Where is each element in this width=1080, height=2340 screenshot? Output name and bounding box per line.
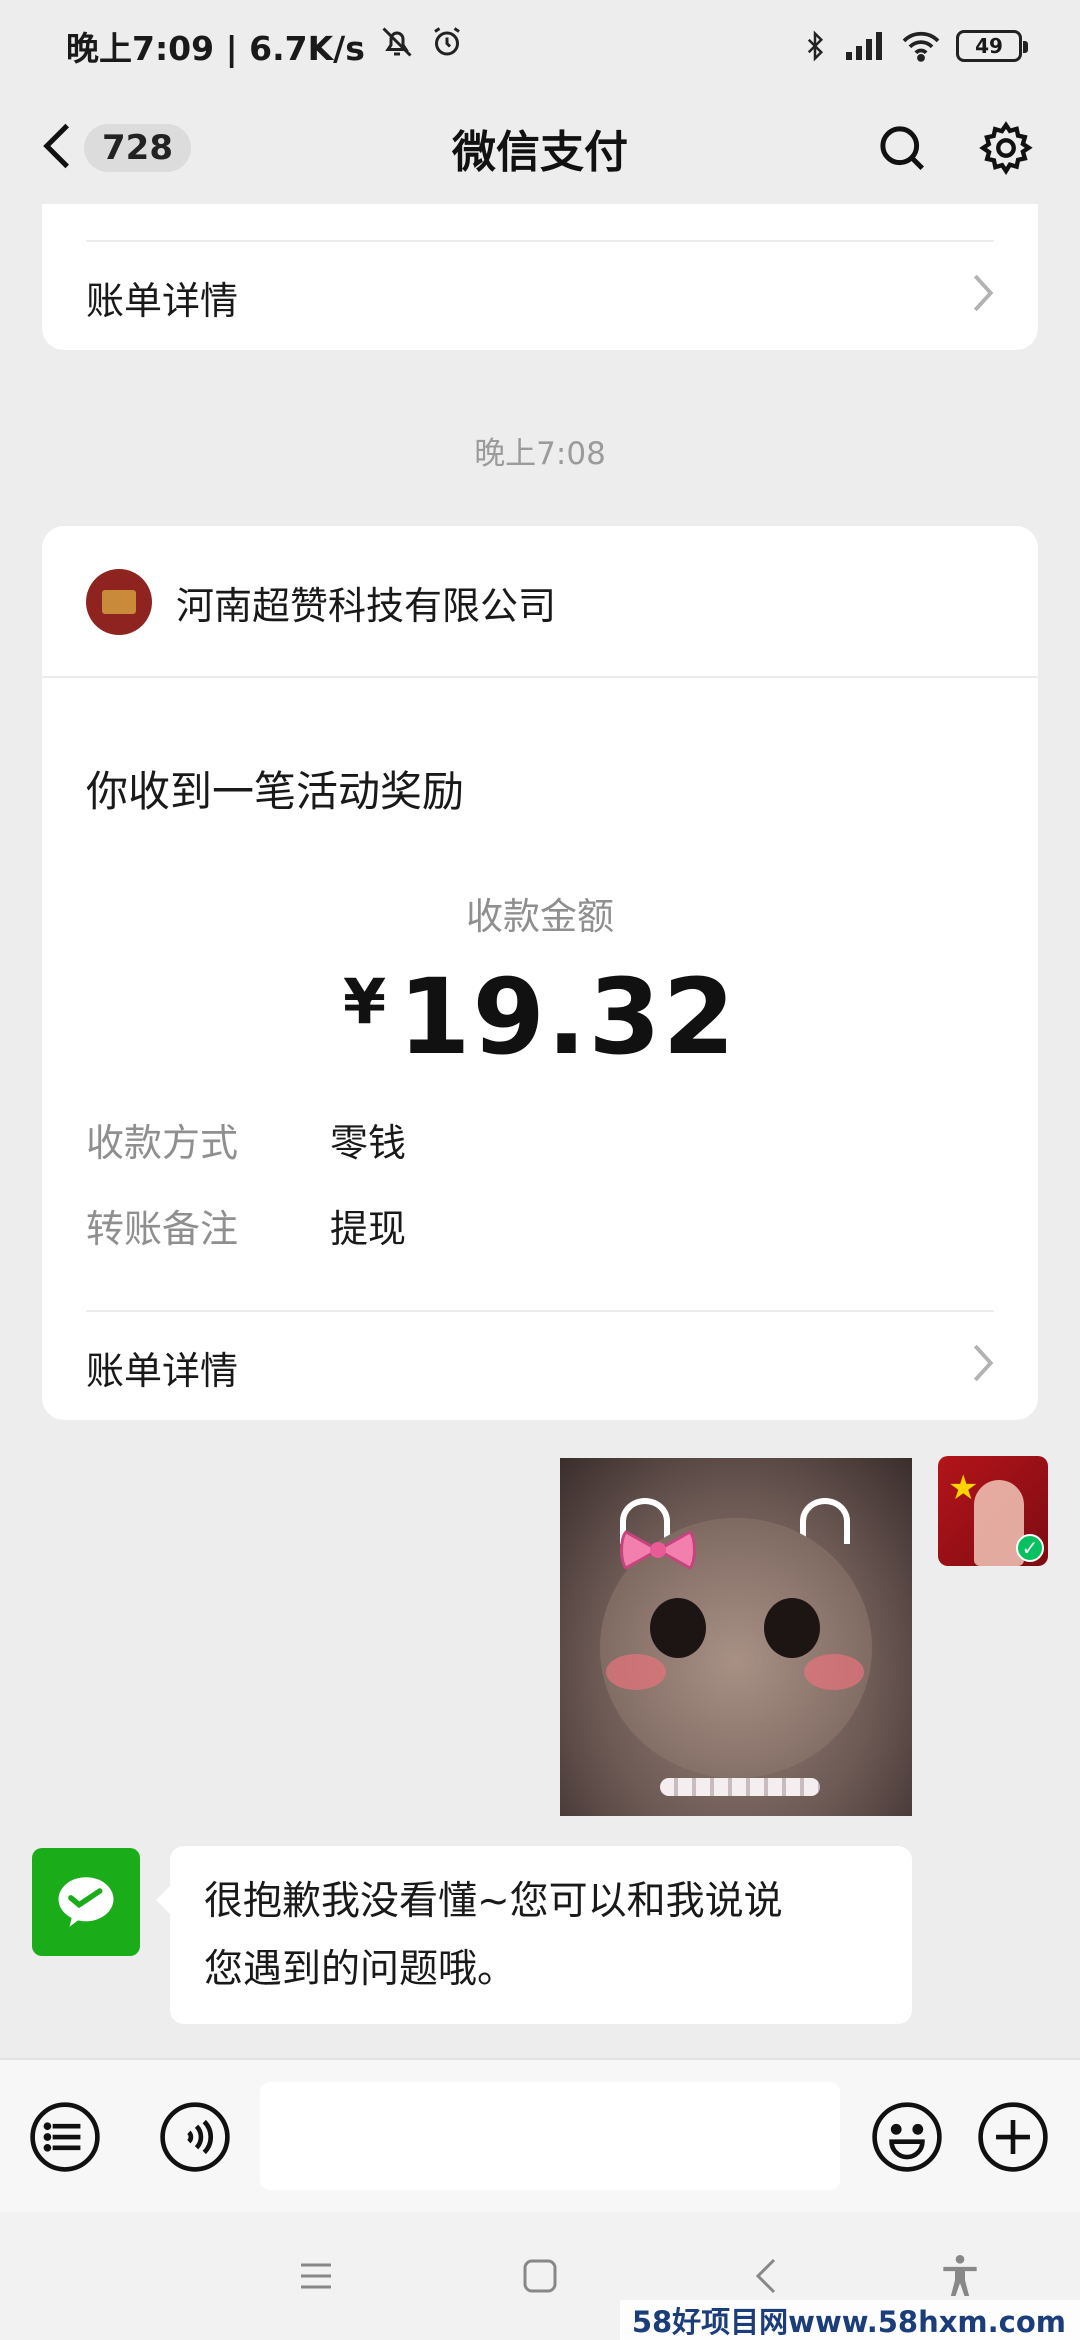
- bow-icon: [620, 1530, 696, 1570]
- chevron-right-icon: [972, 1343, 994, 1392]
- square-icon: [523, 2259, 557, 2293]
- unread-count-badge: 728: [84, 124, 191, 172]
- signal-icon: [844, 30, 886, 62]
- accessibility-button[interactable]: [930, 2246, 990, 2306]
- voice-button[interactable]: [156, 2098, 234, 2176]
- company-name: 河南超赞科技有限公司: [176, 583, 557, 628]
- search-icon: [880, 126, 925, 171]
- accessibility-icon: [943, 2255, 977, 2296]
- mute-bell-icon: [379, 24, 415, 68]
- status-time-speed: 晚上7:09 | 6.7K/s: [66, 29, 365, 68]
- chevron-right-icon: [972, 273, 994, 322]
- payment-headline: 你收到一笔活动奖励: [86, 767, 465, 816]
- avatar[interactable]: ★ ✓: [938, 1456, 1048, 1566]
- divider: [42, 676, 1038, 678]
- home-button[interactable]: [510, 2246, 570, 2306]
- page-title: 微信支付: [452, 127, 628, 178]
- info-row-note: 转账备注 提现: [86, 1198, 406, 1253]
- info-key: 收款方式: [86, 1121, 239, 1165]
- wechat-pay-icon: [58, 1877, 114, 1927]
- reply-line: 很抱歉我没看懂~您可以和我说说: [204, 1879, 783, 1924]
- menu-lines-icon: [301, 2263, 331, 2289]
- battery-indicator: 49: [956, 30, 1028, 62]
- info-row-method: 收款方式 零钱: [86, 1112, 406, 1167]
- amount-label: 收款金额: [466, 895, 614, 938]
- bluetooth-icon: [800, 28, 830, 64]
- recent-apps-button[interactable]: [286, 2246, 346, 2306]
- chevron-left-icon: [40, 120, 74, 176]
- message-timestamp: 晚上7:08: [474, 436, 606, 472]
- search-button[interactable]: [866, 112, 938, 184]
- watermark-text: 58好项目网www.58hxm.com: [619, 2300, 1080, 2340]
- currency-symbol: ¥: [342, 965, 389, 1038]
- settings-button[interactable]: [970, 112, 1042, 184]
- wifi-icon: [900, 29, 942, 63]
- bill-details-label: 账单详情: [86, 1348, 239, 1393]
- amount-value: ¥19.32: [42, 956, 1038, 1078]
- menu-button[interactable]: [26, 2098, 104, 2176]
- check-icon: ✓: [1016, 1534, 1044, 1562]
- nav-bar: 728 微信支付: [0, 92, 1080, 204]
- voice-icon: [160, 2102, 230, 2172]
- info-key: 转账备注: [86, 1207, 239, 1251]
- company-logo: [86, 569, 152, 635]
- back-nav-button[interactable]: [736, 2246, 796, 2306]
- reply-line: 您遇到的问题哦。: [204, 1947, 517, 1992]
- info-value: 提现: [330, 1207, 407, 1251]
- company-header: 河南超赞科技有限公司: [86, 566, 556, 638]
- payment-card[interactable]: 河南超赞科技有限公司 你收到一笔活动奖励 收款金额 ¥19.32 收款方式 零钱…: [42, 526, 1038, 1420]
- bill-details-row[interactable]: 账单详情: [86, 1312, 994, 1422]
- status-bar: 晚上7:09 | 6.7K/s 49: [0, 0, 1080, 92]
- info-value: 零钱: [330, 1121, 407, 1165]
- chat-input-bar: [0, 2058, 1080, 2212]
- back-button[interactable]: 728: [40, 112, 191, 184]
- plus-icon: [978, 2102, 1048, 2172]
- smile-icon: [872, 2102, 942, 2172]
- message-input[interactable]: [260, 2082, 840, 2190]
- amount-number: 19.32: [398, 956, 738, 1078]
- status-left: 晚上7:09 | 6.7K/s: [66, 22, 465, 70]
- reply-message-bubble[interactable]: 很抱歉我没看懂~您可以和我说说 您遇到的问题哦。: [156, 1846, 912, 2024]
- more-button[interactable]: [974, 2098, 1052, 2176]
- back-triangle-icon: [755, 2258, 776, 2294]
- previous-payment-card: 账单详情: [42, 204, 1038, 350]
- bill-details-row[interactable]: 账单详情: [86, 242, 994, 352]
- alarm-icon: [429, 24, 465, 68]
- emoji-button[interactable]: [868, 2098, 946, 2176]
- list-menu-icon: [30, 2102, 100, 2172]
- gear-icon: [979, 121, 1033, 175]
- system-nav-bar: 58好项目网www.58hxm.com: [0, 2212, 1080, 2340]
- bill-details-label: 账单详情: [86, 278, 239, 323]
- sticker-message[interactable]: [560, 1458, 912, 1816]
- wechat-pay-avatar[interactable]: [32, 1848, 140, 1956]
- status-right: 49: [800, 28, 1028, 64]
